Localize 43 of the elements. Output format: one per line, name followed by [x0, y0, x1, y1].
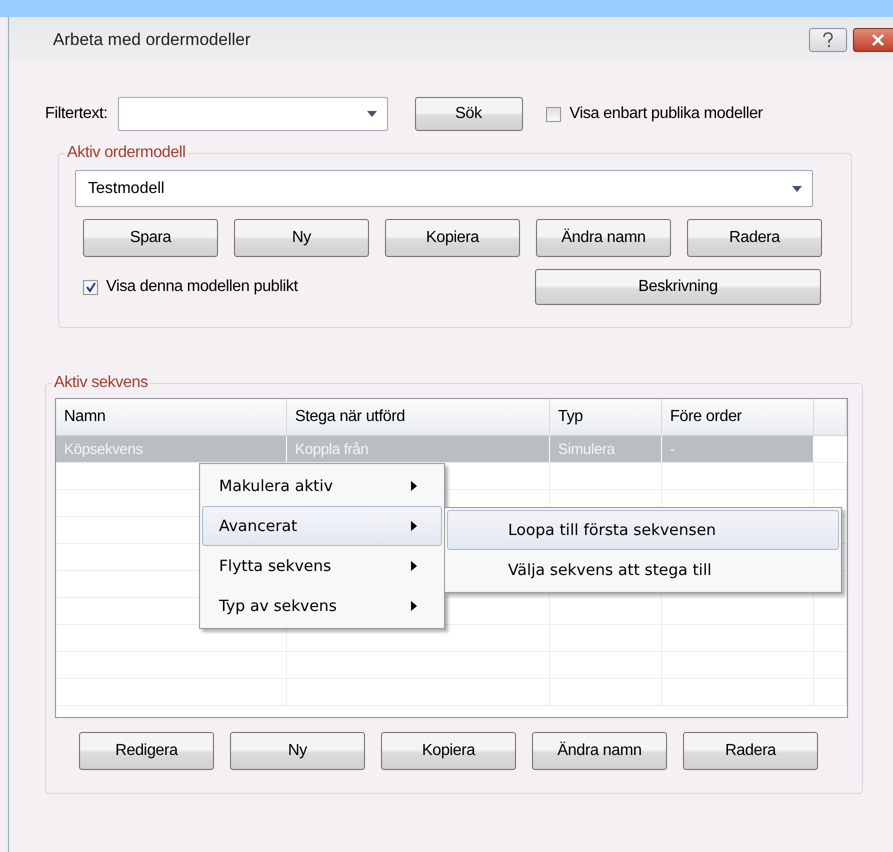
model-button[interactable]: Radera — [687, 219, 822, 257]
help-icon[interactable] — [809, 28, 847, 52]
table-cell: Köpsekvens — [56, 436, 287, 462]
sequence-button[interactable]: Redigera — [79, 732, 214, 770]
caret-icon — [366, 111, 376, 117]
checkbox[interactable] — [546, 106, 560, 122]
model-button[interactable]: Ny — [234, 219, 369, 257]
checkbox-label: Visa denna modellen publikt — [106, 278, 298, 296]
table-cell: Simulera — [550, 436, 662, 462]
menu-item[interactable]: Flytta sekvens — [202, 546, 442, 586]
group-legend: Aktiv sekvens — [52, 374, 150, 392]
model-combo[interactable]: Testmodell — [75, 170, 813, 207]
submenu-arrow-icon — [411, 481, 417, 491]
checkbox-label: Visa enbart publika modeller — [570, 105, 763, 123]
model-button[interactable]: Ändra namn — [536, 219, 671, 257]
window-title: Arbeta med ordermodeller — [53, 30, 250, 50]
column-header[interactable]: Före order — [662, 399, 814, 435]
submenu-arrow-icon — [411, 601, 417, 611]
menu-item[interactable]: Makulera aktiv — [202, 466, 442, 506]
menu-item[interactable]: Typ av sekvens — [202, 586, 442, 626]
column-header[interactable]: Namn — [56, 399, 287, 435]
sequence-button[interactable]: Ny — [230, 732, 365, 770]
caret-icon — [792, 186, 802, 192]
model-button[interactable]: Kopiera — [385, 219, 520, 257]
model-button[interactable]: Spara — [83, 219, 218, 257]
table-cell: Koppla från — [287, 436, 550, 462]
group-legend: Aktiv ordermodell — [65, 144, 188, 162]
description-button[interactable]: Beskrivning — [535, 269, 821, 305]
column-header[interactable]: Typ — [550, 399, 662, 435]
close-icon[interactable] — [853, 28, 893, 52]
menu-item[interactable]: Loopa till första sekvensen — [447, 510, 839, 550]
column-header[interactable]: Stega när utförd — [287, 399, 550, 435]
sequence-button[interactable]: Ändra namn — [532, 732, 667, 770]
submenu-arrow-icon — [411, 521, 417, 531]
submenu-arrow-icon — [411, 561, 417, 571]
menu-item[interactable]: Välja sekvens att stega till — [447, 550, 839, 590]
checkbox[interactable] — [83, 280, 98, 294]
sequence-button[interactable]: Kopiera — [381, 732, 516, 770]
search-button[interactable]: Sök — [414, 97, 522, 131]
menu-item[interactable]: Avancerat — [202, 506, 442, 546]
sequence-button[interactable]: Radera — [683, 732, 818, 770]
table-cell: - — [662, 436, 814, 462]
filter-label: Filtertext: — [45, 105, 108, 123]
